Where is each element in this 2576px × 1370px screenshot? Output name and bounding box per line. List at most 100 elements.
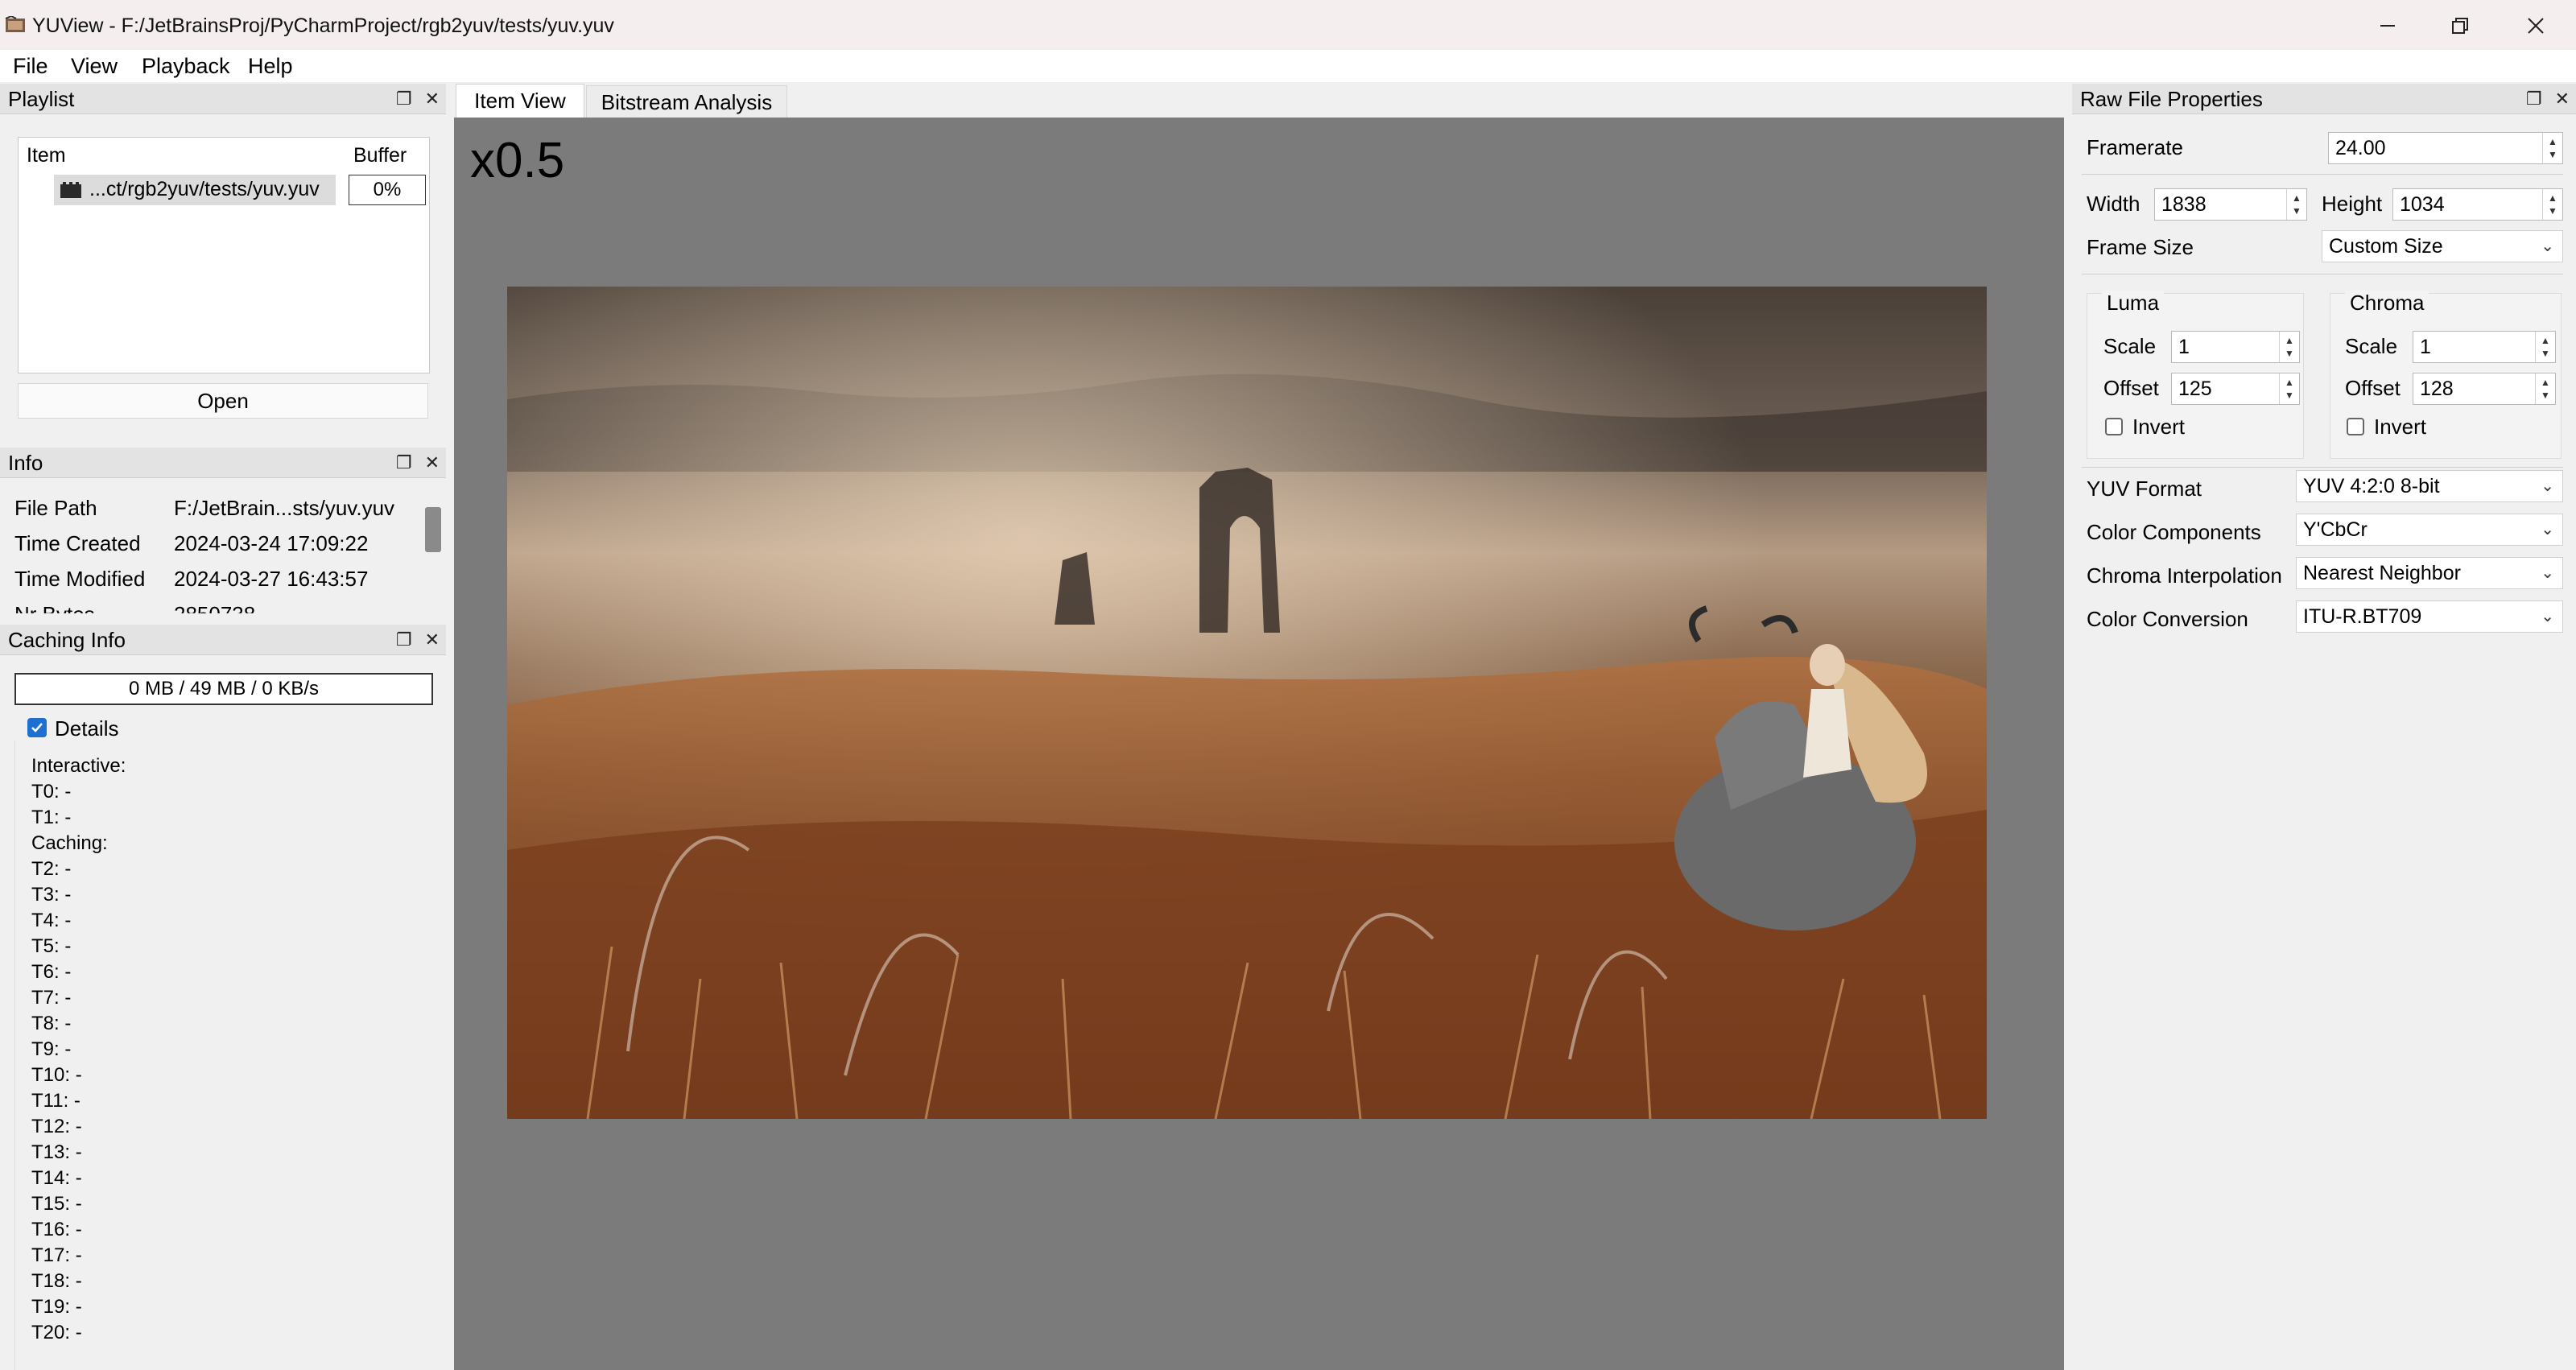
buffer-progress: 0% bbox=[349, 175, 426, 205]
video-file-icon bbox=[60, 182, 81, 204]
yuv-format-value: YUV 4:2:0 8-bit bbox=[2303, 475, 2440, 497]
info-key: Time Modified bbox=[14, 567, 146, 591]
info-value: 2024-03-24 17:09:22 bbox=[174, 531, 369, 555]
caching-line: Caching: bbox=[31, 832, 108, 854]
caching-line: T12: - bbox=[31, 1116, 82, 1137]
open-button[interactable]: Open bbox=[18, 383, 428, 419]
divider bbox=[2082, 467, 2563, 468]
close-icon[interactable]: ✕ bbox=[425, 448, 440, 478]
caching-line: T8: - bbox=[31, 1013, 72, 1034]
caching-progress-bar: 0 MB / 49 MB / 0 KB/s bbox=[14, 673, 433, 705]
chroma-invert-checkbox[interactable] bbox=[2347, 418, 2364, 435]
height-spinbox[interactable]: 1034 ▲ ▼ bbox=[2392, 188, 2563, 221]
frame-size-combo[interactable]: Custom Size ⌄ bbox=[2322, 230, 2563, 262]
luma-group: Luma Scale 1 ▲ ▼ Offset 125 ▲ ▼ Invert bbox=[2087, 291, 2304, 459]
minimize-icon[interactable] bbox=[2363, 8, 2412, 43]
luma-scale-value: 1 bbox=[2178, 336, 2190, 358]
chroma-interp-combo[interactable]: Nearest Neighbor ⌄ bbox=[2296, 557, 2563, 589]
caching-line: T6: - bbox=[31, 961, 72, 983]
chevron-down-icon: ⌄ bbox=[2541, 564, 2554, 582]
menu-help[interactable]: Help bbox=[248, 50, 293, 82]
playlist-row[interactable]: ...ct/rgb2yuv/tests/yuv.yuv bbox=[54, 175, 336, 205]
luma-scale-spinbox[interactable]: 1 ▲ ▼ bbox=[2171, 331, 2300, 363]
chroma-invert-label: Invert bbox=[2374, 415, 2427, 439]
caching-line: T7: - bbox=[31, 987, 72, 1009]
playlist-tree[interactable]: Item Buffer ...ct/rgb2yuv/tests/yuv.yuv … bbox=[18, 137, 430, 373]
chroma-scale-spinbox[interactable]: 1 ▲ ▼ bbox=[2413, 331, 2556, 363]
restore-icon[interactable] bbox=[2436, 8, 2484, 43]
color-components-combo[interactable]: Y'CbCr ⌄ bbox=[2296, 514, 2563, 546]
info-value: F:/JetBrain...sts/yuv.yuv bbox=[174, 496, 395, 520]
chevron-down-icon: ⌄ bbox=[2541, 237, 2554, 255]
spin-arrows-icon[interactable]: ▲ ▼ bbox=[2279, 373, 2299, 404]
divider bbox=[2082, 174, 2563, 175]
info-key: Nr Bytes bbox=[14, 602, 95, 613]
caching-line: Interactive: bbox=[31, 755, 126, 777]
chroma-offset-label: Offset bbox=[2345, 376, 2401, 400]
spin-arrows-icon[interactable]: ▲ ▼ bbox=[2542, 133, 2562, 163]
float-icon[interactable]: ❐ bbox=[396, 625, 412, 655]
color-components-value: Y'CbCr bbox=[2303, 518, 2368, 541]
width-spinbox[interactable]: 1838 ▲ ▼ bbox=[2154, 188, 2307, 221]
menu-bar: File View Playback Help bbox=[0, 50, 2576, 82]
properties-dock-title: Raw File Properties ❐ ✕ bbox=[2072, 84, 2576, 114]
tab-bitstream-analysis[interactable]: Bitstream Analysis bbox=[586, 85, 787, 118]
framerate-value: 24.00 bbox=[2335, 137, 2386, 159]
caching-line: T20: - bbox=[31, 1322, 82, 1343]
info-key: Time Created bbox=[14, 531, 141, 555]
caching-line: T5: - bbox=[31, 935, 72, 957]
float-icon[interactable]: ❐ bbox=[2526, 84, 2542, 114]
caching-line: T13: - bbox=[31, 1141, 82, 1163]
luma-title: Luma bbox=[2102, 291, 2165, 316]
chevron-down-icon: ⌄ bbox=[2541, 608, 2554, 625]
menu-playback[interactable]: Playback bbox=[142, 50, 230, 82]
info-scrollbar[interactable] bbox=[425, 507, 441, 552]
info-value: 2024-03-27 16:43:57 bbox=[174, 567, 369, 591]
title-bar: YUView - F:/JetBrainsProj/PyCharmProject… bbox=[0, 0, 2576, 50]
caching-line: T10: - bbox=[31, 1064, 82, 1086]
height-label: Height bbox=[2322, 192, 2383, 216]
caching-line: T1: - bbox=[31, 807, 72, 828]
playlist-col-item: Item bbox=[27, 144, 66, 167]
float-icon[interactable]: ❐ bbox=[396, 448, 412, 478]
spin-arrows-icon[interactable]: ▲ ▼ bbox=[2535, 332, 2555, 362]
info-title: Info bbox=[8, 451, 43, 475]
close-icon[interactable]: ✕ bbox=[425, 625, 440, 655]
window-title: YUView - F:/JetBrainsProj/PyCharmProject… bbox=[32, 14, 614, 37]
framerate-spinbox[interactable]: 24.00 ▲ ▼ bbox=[2328, 132, 2563, 164]
chroma-scale-value: 1 bbox=[2420, 336, 2431, 358]
item-view-canvas[interactable]: x0.5 bbox=[454, 118, 2064, 1370]
chroma-offset-spinbox[interactable]: 128 ▲ ▼ bbox=[2413, 373, 2556, 405]
properties-title: Raw File Properties bbox=[2080, 87, 2263, 111]
caching-line: T15: - bbox=[31, 1193, 82, 1215]
chevron-down-icon: ⌄ bbox=[2541, 477, 2554, 495]
menu-file[interactable]: File bbox=[13, 50, 48, 82]
spin-arrows-icon[interactable]: ▲ ▼ bbox=[2542, 189, 2562, 220]
luma-scale-label: Scale bbox=[2103, 334, 2157, 358]
close-icon[interactable] bbox=[2512, 8, 2560, 43]
tab-item-view[interactable]: Item View bbox=[456, 84, 584, 118]
spin-arrows-icon[interactable]: ▲ ▼ bbox=[2279, 332, 2299, 362]
luma-invert-checkbox[interactable] bbox=[2105, 418, 2123, 435]
caching-line: T4: - bbox=[31, 910, 72, 931]
color-conversion-combo[interactable]: ITU-R.BT709 ⌄ bbox=[2296, 600, 2563, 633]
caching-line: T17: - bbox=[31, 1244, 82, 1266]
chroma-title: Chroma bbox=[2345, 291, 2429, 316]
color-conversion-value: ITU-R.BT709 bbox=[2303, 605, 2422, 628]
close-icon[interactable]: ✕ bbox=[425, 84, 440, 114]
caching-line: T9: - bbox=[31, 1038, 72, 1060]
caching-details: Interactive: T0: - T1: - Caching: T2: - … bbox=[14, 741, 434, 1370]
float-icon[interactable]: ❐ bbox=[396, 84, 412, 114]
close-icon[interactable]: ✕ bbox=[2555, 84, 2570, 114]
yuv-format-label: YUV Format bbox=[2087, 477, 2202, 501]
caching-line: T19: - bbox=[31, 1296, 82, 1318]
yuv-format-combo[interactable]: YUV 4:2:0 8-bit ⌄ bbox=[2296, 470, 2563, 502]
menu-view[interactable]: View bbox=[71, 50, 118, 82]
luma-offset-spinbox[interactable]: 125 ▲ ▼ bbox=[2171, 373, 2300, 405]
framerate-label: Framerate bbox=[2087, 135, 2183, 159]
caching-title: Caching Info bbox=[8, 628, 126, 652]
luma-offset-label: Offset bbox=[2103, 376, 2159, 400]
spin-arrows-icon[interactable]: ▲ ▼ bbox=[2535, 373, 2555, 404]
spin-arrows-icon[interactable]: ▲ ▼ bbox=[2286, 189, 2306, 220]
details-checkbox[interactable] bbox=[27, 718, 47, 737]
